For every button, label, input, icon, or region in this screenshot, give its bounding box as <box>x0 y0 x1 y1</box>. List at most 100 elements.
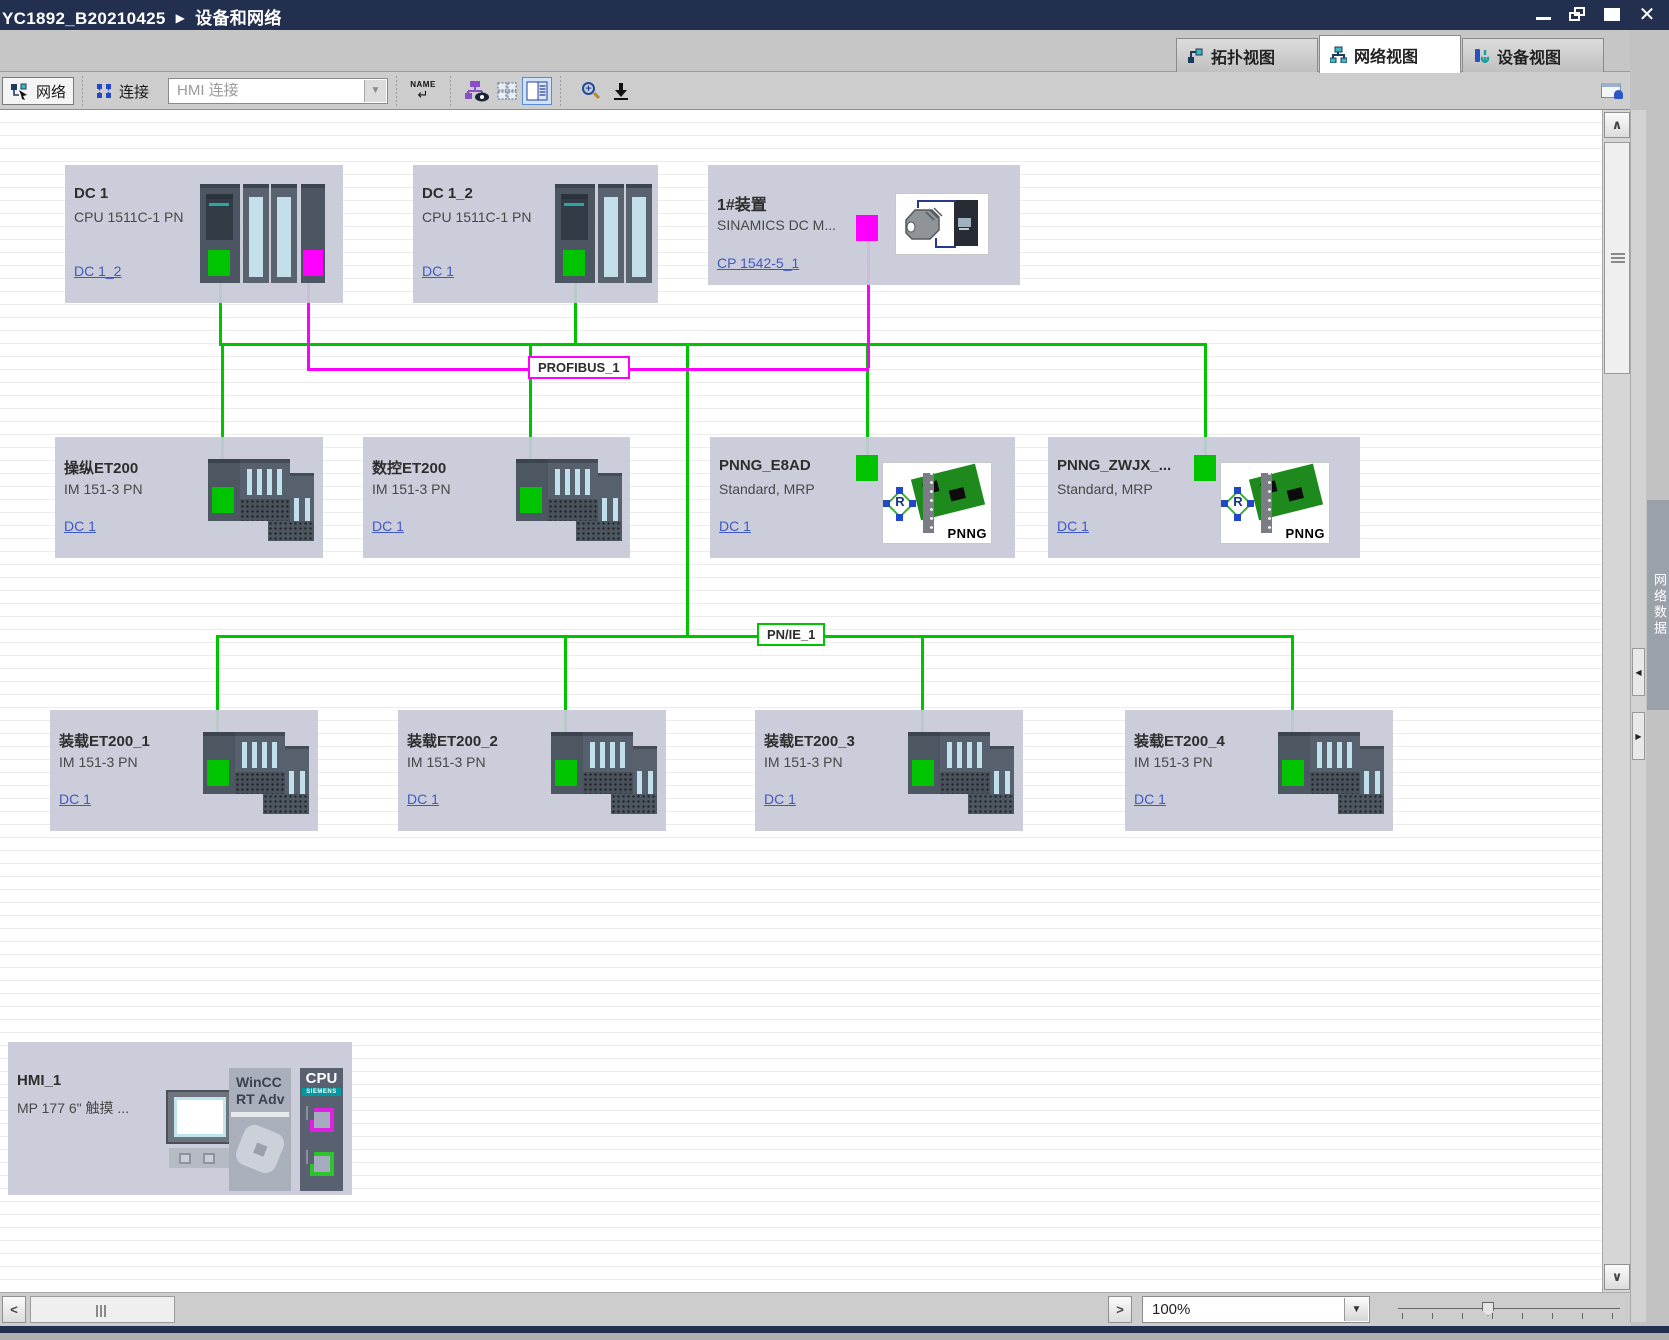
maximize-button[interactable] <box>1601 6 1625 24</box>
pn-port[interactable] <box>563 250 585 276</box>
device-link[interactable]: DC 1 <box>764 791 796 807</box>
tab-device-view[interactable]: 设备视图 <box>1462 38 1604 72</box>
dp-port[interactable] <box>856 215 878 241</box>
expand-left-icon[interactable]: ◀ <box>1632 648 1645 696</box>
pnie-bus-upper[interactable] <box>219 343 1207 346</box>
pn-port[interactable] <box>207 760 229 786</box>
pn-port[interactable] <box>212 487 234 513</box>
dp-port[interactable] <box>310 1108 334 1132</box>
device-pnng-zwjx[interactable]: PNNG_ZWJX_... Standard, MRP DC 1 R PNNG <box>1048 437 1360 558</box>
device-link[interactable]: DC 1 <box>422 263 454 279</box>
device-pnng-e8ad[interactable]: PNNG_E8AD Standard, MRP DC 1 R PNNG <box>710 437 1015 558</box>
device-unit1[interactable]: 1#装置 SINAMICS DC M... CP 1542-5_1 <box>708 165 1020 285</box>
pn-port[interactable] <box>856 455 878 481</box>
device-zhuangzai-et200-2[interactable]: 装载ET200_2 IM 151-3 PN DC 1 <box>398 710 666 831</box>
profibus-label[interactable]: PROFIBUS_1 <box>528 356 630 379</box>
close-button[interactable]: ✕ <box>1635 6 1659 24</box>
chevron-down-icon[interactable]: ▼ <box>1344 1298 1368 1321</box>
device-link[interactable]: DC 1_2 <box>74 263 121 279</box>
device-link[interactable]: DC 1 <box>407 791 439 807</box>
scroll-up-icon[interactable]: ∧ <box>1604 112 1630 138</box>
editor-toolbar: 网络 连接 HMI 连接 ▼ NAME ↵ <box>0 72 1630 110</box>
pn-port[interactable] <box>555 760 577 786</box>
right-panel-strip: ◀ ▶ 网络数据 <box>1630 30 1669 1326</box>
device-zhuangzai-et200-4[interactable]: 装载ET200_4 IM 151-3 PN DC 1 <box>1125 710 1393 831</box>
grid-view-button[interactable] <box>492 77 522 105</box>
device-zhuangzai-et200-3[interactable]: 装载ET200_3 IM 151-3 PN DC 1 <box>755 710 1023 831</box>
network-view-icon <box>1330 46 1347 63</box>
device-type: IM 151-3 PN <box>407 754 486 770</box>
minimize-button[interactable] <box>1533 6 1557 24</box>
horizontal-scroll-thumb[interactable] <box>30 1296 175 1323</box>
connections-button[interactable]: 连接 <box>88 77 156 105</box>
hmi-screen <box>174 1097 226 1137</box>
et200-image <box>203 728 309 814</box>
zoom-level-select[interactable]: 100% ▼ <box>1142 1296 1370 1323</box>
pn-port[interactable] <box>520 487 542 513</box>
pn-port[interactable] <box>208 250 230 276</box>
grid-view-icon <box>496 81 518 101</box>
pane-view-button[interactable] <box>522 77 552 105</box>
save-window-settings-button[interactable] <box>606 77 636 105</box>
window-user-icon <box>1601 81 1625 101</box>
device-link[interactable]: DC 1 <box>719 518 751 534</box>
pn-port[interactable] <box>310 1152 334 1176</box>
title-bar: YC1892_B20210425▶设备和网络 ✕ <box>0 0 1669 30</box>
device-link[interactable]: DC 1 <box>372 518 404 534</box>
device-link[interactable]: DC 1 <box>1134 791 1166 807</box>
device-hmi-1[interactable]: HMI_1 MP 177 6" 触摸 ... WinCC RT Adv CPU … <box>8 1042 352 1195</box>
pn-port[interactable] <box>1194 455 1216 481</box>
device-type: CPU 1511C-1 PN <box>422 209 531 225</box>
pnie-label[interactable]: PN/IE_1 <box>757 623 825 646</box>
device-dc1[interactable]: DC 1 CPU 1511C-1 PN DC 1_2 <box>65 165 343 303</box>
hmi-cpu-module: CPU SIEMENS <box>300 1068 343 1191</box>
vertical-scrollbar[interactable]: ∧ ∨ <box>1602 110 1630 1292</box>
dp-port[interactable] <box>303 250 323 276</box>
pn-port[interactable] <box>912 760 934 786</box>
zoom-slider[interactable] <box>1398 1301 1620 1321</box>
scroll-left-icon[interactable]: < <box>2 1296 26 1323</box>
zoom-in-button[interactable]: + <box>576 77 606 105</box>
tab-network-view[interactable]: 网络视图 <box>1319 35 1461 73</box>
scroll-right-icon[interactable]: > <box>1108 1296 1132 1323</box>
breadcrumb-arrow-icon: ▶ <box>176 11 186 25</box>
collapse-right-icon[interactable]: ▶ <box>1632 712 1645 760</box>
device-zhuangzai-et200-1[interactable]: 装载ET200_1 IM 151-3 PN DC 1 <box>50 710 318 831</box>
device-type: CPU 1511C-1 PN <box>74 209 183 225</box>
device-dc1-2[interactable]: DC 1_2 CPU 1511C-1 PN DC 1 <box>413 165 658 303</box>
device-et200-shukong[interactable]: 数控ET200 IM 151-3 PN DC 1 <box>363 437 630 558</box>
network-canvas[interactable]: PROFIBUS_1 PN/IE_1 DC 1 CPU 1511C-1 PN D… <box>0 110 1602 1292</box>
device-link[interactable]: DC 1 <box>59 791 91 807</box>
redundancy-icon: R <box>885 489 915 519</box>
device-et200-caozong[interactable]: 操纵ET200 IM 151-3 PN DC 1 <box>55 437 323 558</box>
tab-topology-view[interactable]: 拓扑视图 <box>1176 38 1318 72</box>
network-data-panel-tab[interactable]: 网络数据 <box>1647 500 1669 710</box>
download-arrow-icon <box>613 82 629 100</box>
device-link[interactable]: DC 1 <box>1057 518 1089 534</box>
device-link[interactable]: DC 1 <box>64 518 96 534</box>
float-editor-button[interactable] <box>1598 77 1628 105</box>
device-link[interactable]: CP 1542-5_1 <box>717 255 799 271</box>
tab-label: 设备视图 <box>1497 44 1561 68</box>
et200-image <box>208 455 314 541</box>
pnie-trunk-vertical[interactable] <box>686 343 689 635</box>
vertical-scroll-thumb[interactable] <box>1604 142 1630 374</box>
scroll-down-icon[interactable]: ∨ <box>1604 1264 1630 1290</box>
view-tab-strip: 拓扑视图 网络视图 设备视图 <box>0 30 1630 72</box>
connection-type-select[interactable]: HMI 连接 ▼ <box>168 78 388 104</box>
et200-image <box>1278 728 1384 814</box>
siemens-label: SIEMENS <box>302 1088 341 1096</box>
pnie-bus-lower[interactable] <box>216 635 1294 638</box>
device-name: 1#装置 <box>717 191 767 215</box>
pn-port[interactable] <box>1282 760 1304 786</box>
chevron-down-icon[interactable]: ▼ <box>364 80 386 102</box>
assign-name-button[interactable]: NAME ↵ <box>404 77 442 105</box>
et200-image <box>551 728 657 814</box>
show-addresses-button[interactable] <box>462 77 492 105</box>
device-name: HMI_1 <box>17 1072 61 1089</box>
device-type: IM 151-3 PN <box>372 481 451 497</box>
restore-button[interactable] <box>1567 6 1591 24</box>
network-mode-button[interactable]: 网络 <box>2 77 74 105</box>
cpu-label: CPU <box>300 1070 343 1087</box>
panel-splitter[interactable]: ◀ ▶ <box>1630 110 1646 1322</box>
